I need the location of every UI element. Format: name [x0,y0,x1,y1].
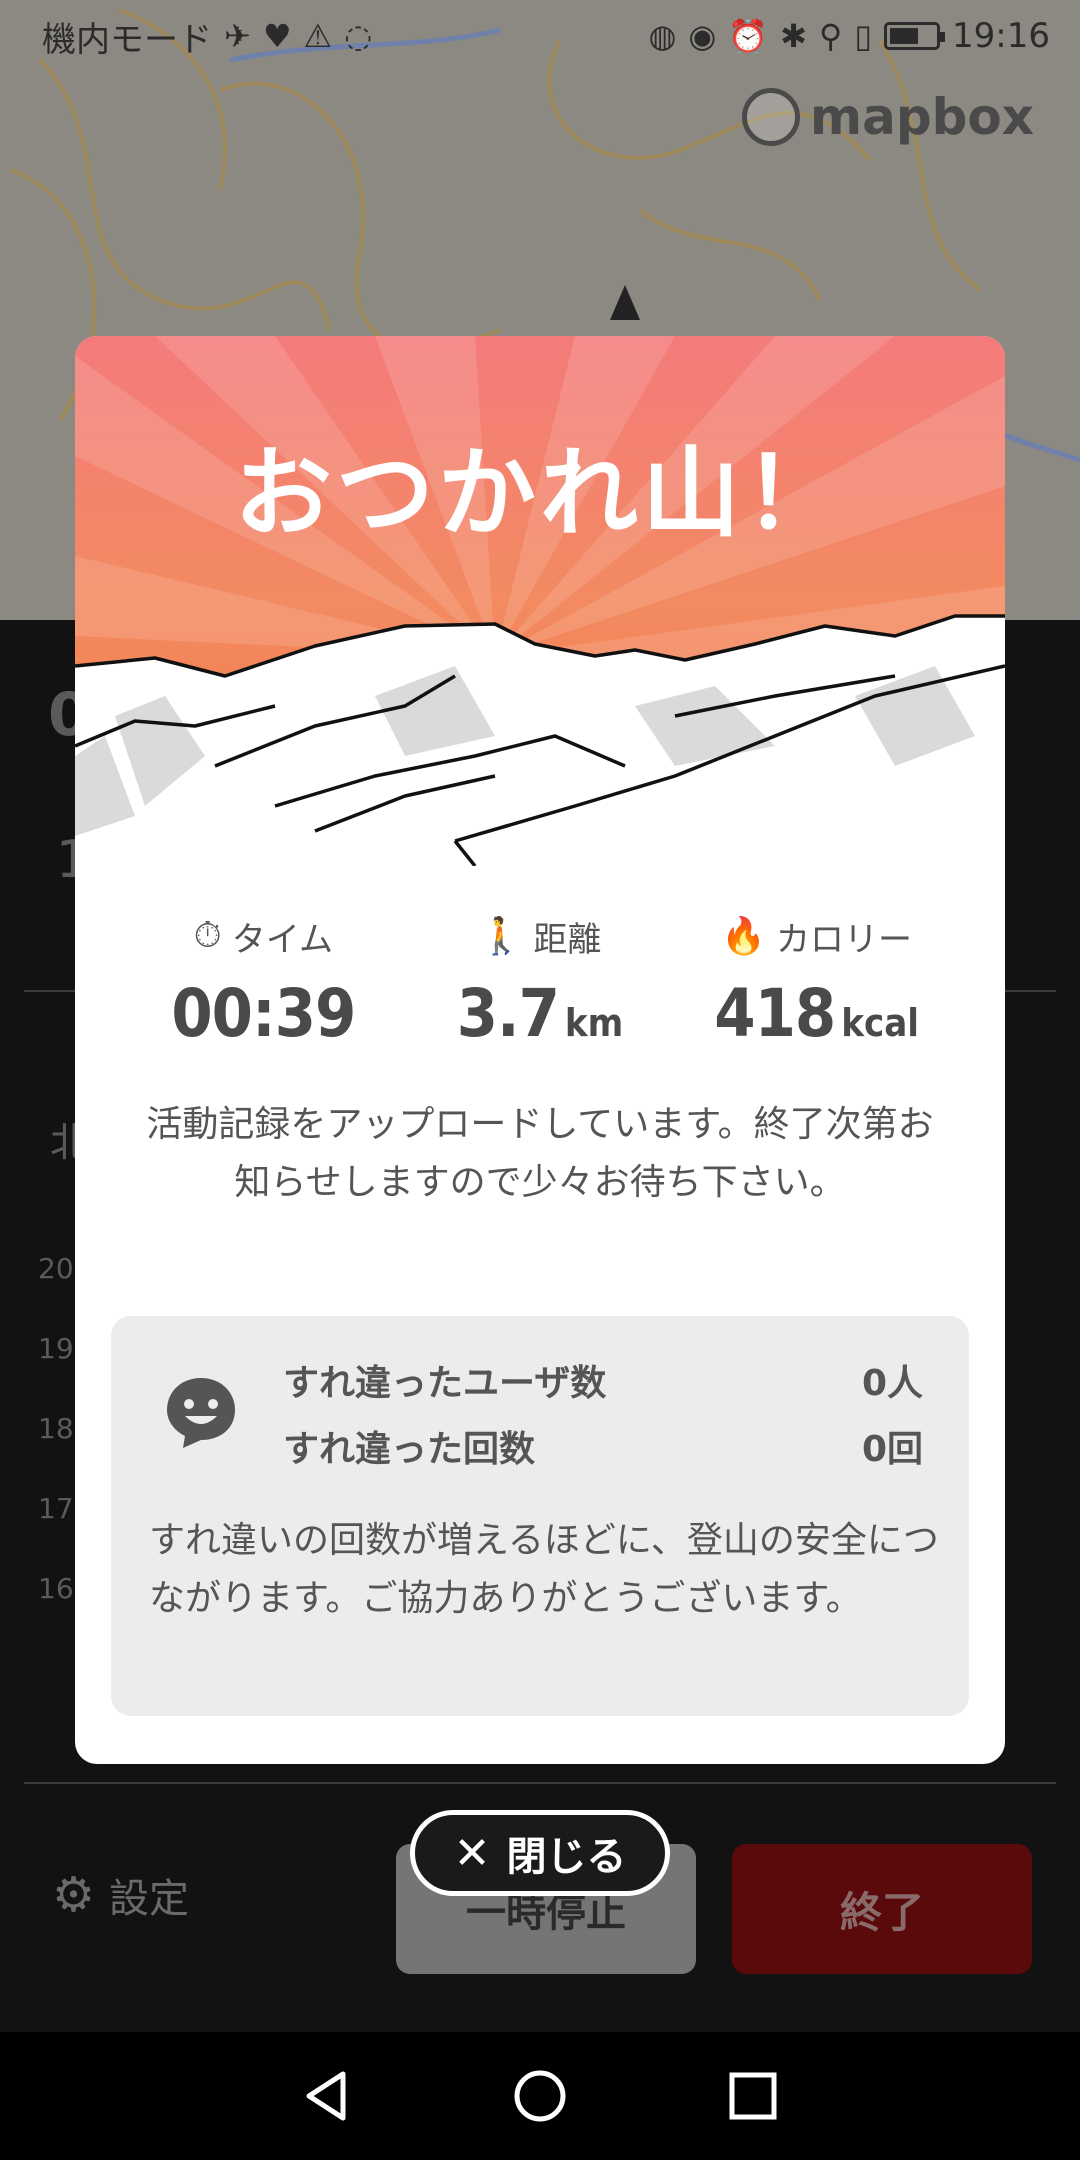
close-label: 閉じる [506,1834,627,1880]
passed-users-value: 0人 [861,1363,923,1404]
nav-home-button[interactable] [505,2061,575,2131]
end-button[interactable]: 終了 [732,1844,1032,1974]
chart-tick: 18 [38,1412,74,1445]
flame-icon: 🔥 [721,916,767,957]
modal-title: おつかれ山！ [233,437,846,551]
close-button[interactable]: ✕ 閉じる [410,1810,670,1896]
nav-recents-button[interactable] [718,2061,788,2131]
gear-icon: ⚙ [52,1867,96,1923]
stat-distance: 🚶 距離 3.7 km [410,911,670,1052]
upload-message: 活動記録をアップロードしています。終了次第お知らせしますので少々お待ち下さい。 [146,1104,934,1203]
alarm-icon: ⏰ [728,17,769,55]
stat-value: 00:39 [171,975,356,1052]
warning-icon: ⚠ [303,17,333,55]
chart-tick: 20 [38,1252,74,1285]
bluetooth-icon: ✱ [780,17,807,55]
passed-count-label: すれ違った回数 [283,1429,536,1470]
recents-square-icon [729,2072,777,2120]
stat-label: 距離 [533,919,602,960]
stats-row: ⏱ タイム 00:39 🚶 距離 3.7 km 🔥 カロリー 418 kcal [75,911,1005,1052]
battery-icon [884,22,946,50]
heart-icon: ♥ [262,17,292,55]
passed-count-row: すれ違った回数 0回 [283,1420,923,1472]
smiley-chat-icon [167,1378,235,1448]
chart-tick: 16 [38,1572,74,1605]
stat-unit: kcal [841,1001,919,1045]
hero-banner: おつかれ山！ [75,336,1005,866]
summit-modal: おつかれ山！ ⏱ タイム 00:39 🚶 距離 3.7 km 🔥 カロリー 41… [75,336,1005,1764]
system-nav-bar [0,2032,1080,2160]
chart-tick: 17 [38,1492,74,1525]
settings-label: 設定 [109,1876,190,1922]
nfc-icon: ◍ [648,17,677,55]
status-mode-text: 機内モード [42,19,212,60]
divider [24,1782,1056,1784]
stopwatch-icon: ⏱ [193,915,222,956]
stat-value: 418 [714,975,836,1052]
stat-unit: km [564,1001,624,1045]
pass-info-card: すれ違ったユーザ数 0人 すれ違った回数 0回 すれ違いの回数が増えるほどに、登… [111,1316,969,1716]
status-time: 19:16 [952,16,1050,56]
stat-label: タイム [231,919,334,960]
pass-note: すれ違いの回数が増えるほどに、登山の安全につながります。ご協力ありがとうございま… [149,1520,939,1619]
stat-label: カロリー [776,919,913,960]
settings-button[interactable]: ⚙ 設定 [52,1866,189,1924]
mapbox-logo: mapbox [742,85,1062,149]
chart-tick: 19 [38,1332,74,1365]
stat-time: ⏱ タイム 00:39 [133,911,393,1052]
stat-calories: 🔥 カロリー 418 kcal [687,911,947,1052]
passed-users-row: すれ違ったユーザ数 0人 [283,1354,923,1406]
hiker-icon: 🚶 [478,916,524,957]
back-triangle-icon [306,2071,346,2121]
status-bar: 機内モード ✈ ♥ ⚠ ◌ ◍ ◉ ⏰ ✱ ⚲ ▯ 19:16 [0,0,1080,72]
mapbox-attribution: mapbox [810,88,1035,146]
vibrate-icon: ▯ [854,17,873,55]
home-circle-icon [514,2070,566,2122]
sync-icon: ◌ [344,17,373,55]
close-icon: ✕ [453,1827,491,1879]
nav-back-button[interactable] [292,2061,362,2131]
passed-count-value: 0回 [861,1429,923,1470]
mapbox-logo-icon [742,88,800,146]
location-icon: ⚲ [818,17,843,55]
stat-value: 3.7 [456,975,560,1052]
passed-users-label: すれ違ったユーザ数 [283,1363,607,1404]
eye-icon: ◉ [688,17,717,55]
airplane-icon: ✈ [224,17,251,55]
